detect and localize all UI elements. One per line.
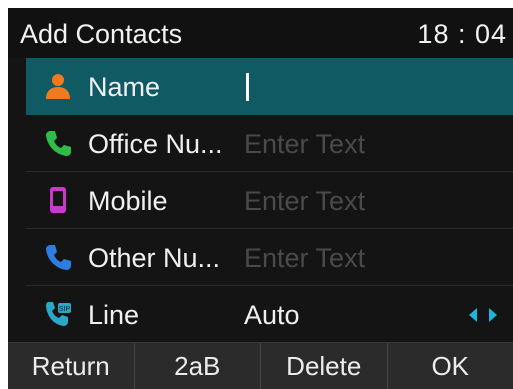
clock: 18 : 04: [417, 19, 507, 49]
svg-text:SIP: SIP: [59, 306, 71, 313]
phone-screen: Add Contacts 18 : 04 Name Office Nu... E…: [8, 8, 513, 389]
name-label: Name: [88, 72, 161, 102]
contact-form: Name Office Nu... Enter Text Mobile Ente…: [26, 58, 513, 343]
other-number-label: Other Nu...: [88, 243, 221, 273]
phone-icon: [46, 245, 71, 270]
sip-phone-icon: SIP: [46, 302, 71, 326]
return-softkey[interactable]: Return: [8, 343, 135, 389]
person-icon: [46, 74, 70, 99]
softkey-bar: Return 2aB Delete OK: [8, 342, 513, 389]
delete-softkey[interactable]: Delete: [261, 343, 388, 389]
input-mode-softkey[interactable]: 2aB: [135, 343, 261, 389]
office-number-input[interactable]: Enter Text: [244, 129, 365, 160]
text-cursor: [246, 73, 249, 101]
other-number-row[interactable]: Other Nu... Enter Text: [26, 229, 513, 286]
line-label: Line: [88, 300, 140, 330]
phone-icon: [46, 131, 71, 156]
line-row[interactable]: SIP Line Auto: [26, 286, 513, 343]
left-right-arrows-icon[interactable]: [467, 306, 501, 324]
ok-softkey[interactable]: OK: [388, 343, 513, 389]
other-number-input[interactable]: Enter Text: [244, 243, 365, 274]
mobile-label: Mobile: [88, 186, 168, 216]
mobile-row[interactable]: Mobile Enter Text: [26, 172, 513, 229]
title-bar: Add Contacts 18 : 04: [8, 8, 513, 58]
name-row[interactable]: Name: [26, 58, 513, 115]
line-value[interactable]: Auto: [244, 300, 300, 331]
office-number-label: Office Nu...: [88, 129, 223, 159]
page-title: Add Contacts: [20, 19, 183, 49]
mobile-input[interactable]: Enter Text: [244, 186, 365, 217]
office-number-row[interactable]: Office Nu... Enter Text: [26, 115, 513, 172]
mobile-icon: [50, 187, 66, 213]
